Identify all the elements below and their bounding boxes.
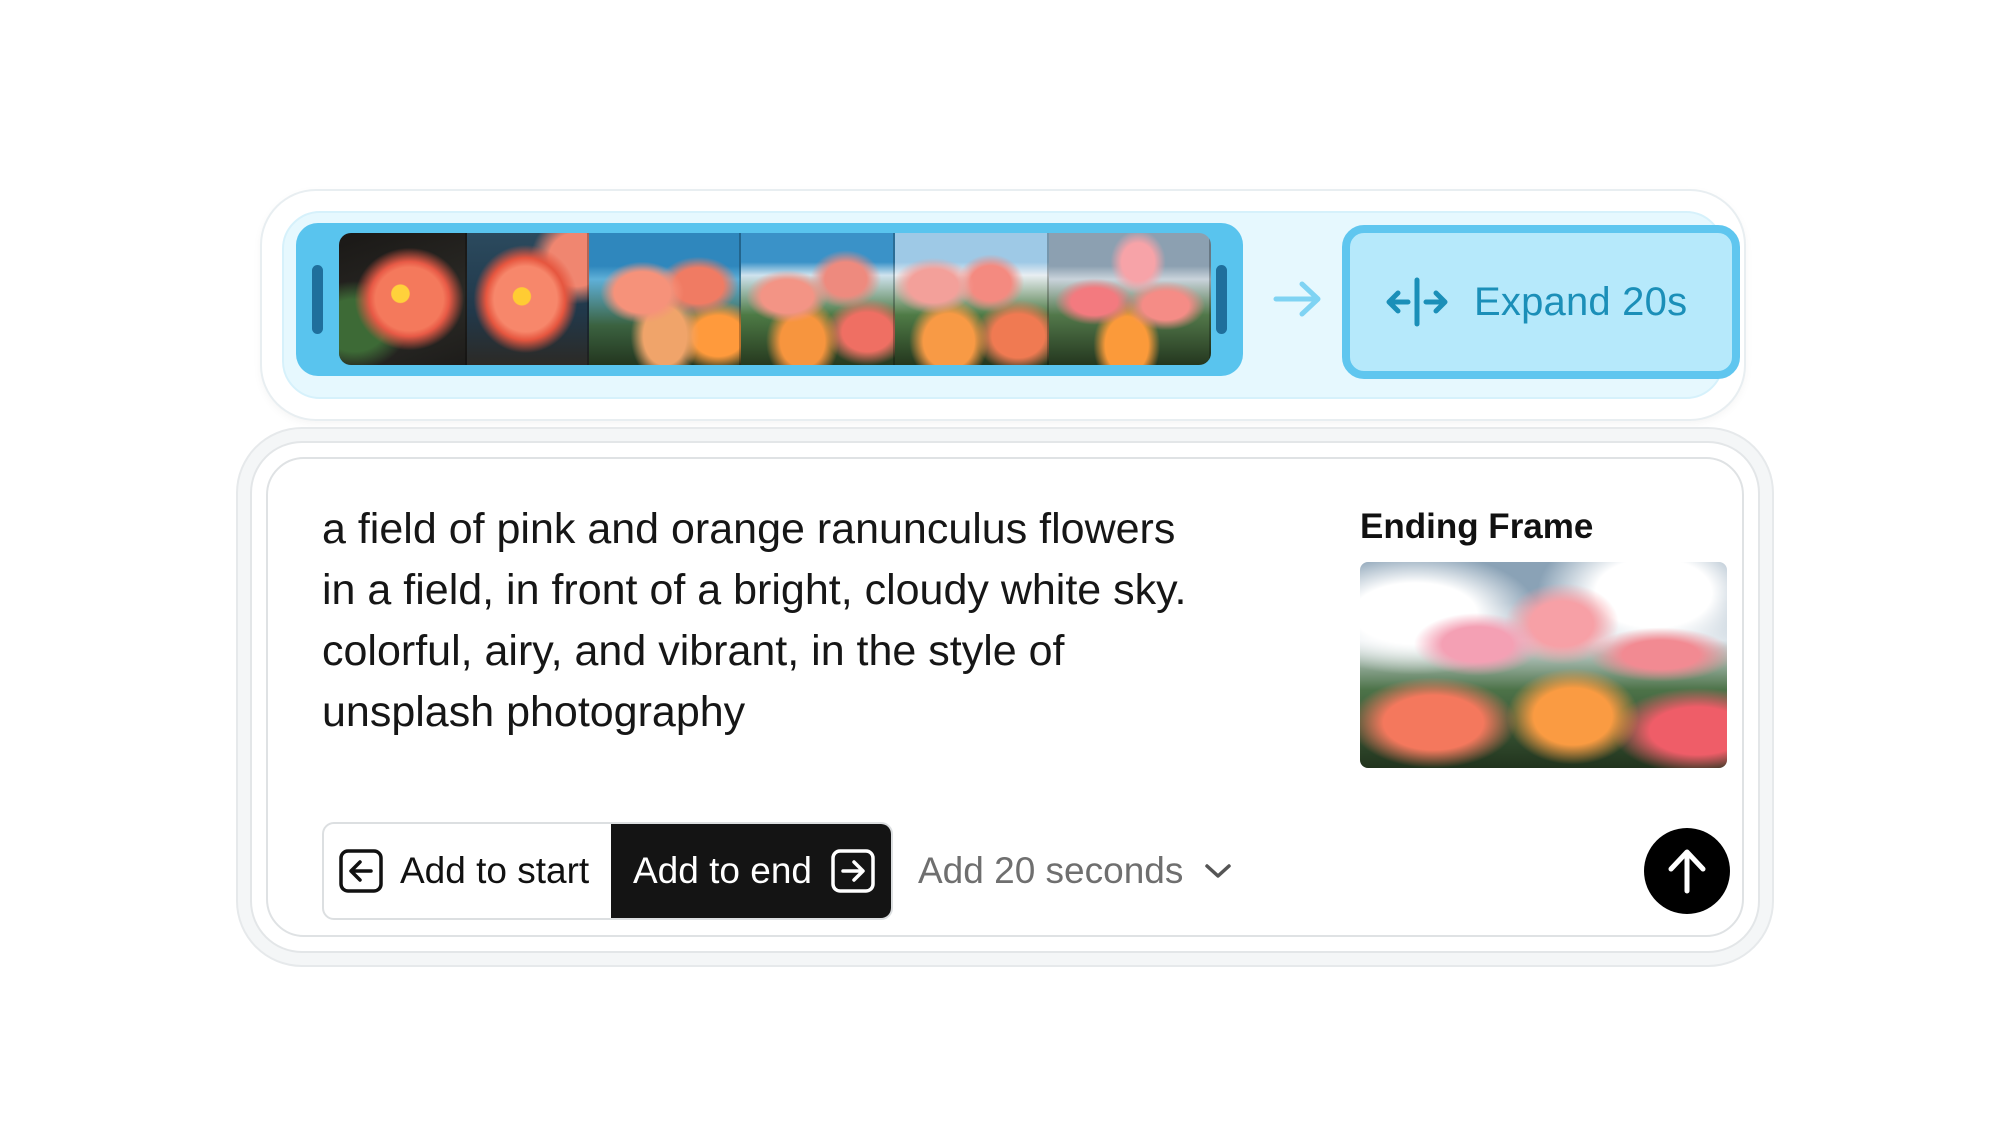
video-frame <box>741 233 895 365</box>
add-to-start-button[interactable]: Add to start <box>324 824 611 918</box>
arrow-right-icon <box>1273 281 1321 317</box>
add-to-start-label: Add to start <box>400 850 590 891</box>
video-frame <box>895 233 1049 365</box>
ending-frame-label: Ending Frame <box>1360 507 1594 546</box>
expand-horizontal-icon <box>1386 277 1448 327</box>
prompt-panel: a field of pink and orange ranunculus fl… <box>266 457 1744 937</box>
arrow-up-icon <box>1668 849 1706 894</box>
duration-select[interactable]: Add 20 seconds <box>918 839 1233 903</box>
ending-frame-thumbnail[interactable] <box>1360 562 1727 768</box>
arrow-right-box-icon <box>831 849 875 893</box>
expand-button-label: Expand 20s <box>1474 279 1688 324</box>
prompt-input[interactable]: a field of pink and orange ranunculus fl… <box>322 499 1322 743</box>
trim-handle-right[interactable] <box>1216 265 1227 334</box>
chevron-down-icon <box>1205 864 1232 878</box>
timeline-panel: Expand 20s <box>282 211 1740 399</box>
add-to-end-label: Add to end <box>633 850 812 891</box>
submit-button[interactable] <box>1644 828 1730 914</box>
video-frame <box>589 233 741 365</box>
add-to-end-button[interactable]: Add to end <box>611 824 891 918</box>
prompt-card: a field of pink and orange ranunculus fl… <box>252 443 1758 951</box>
timeline-card: Expand 20s <box>262 191 1744 419</box>
duration-select-label: Add 20 seconds <box>918 850 1184 891</box>
video-frame <box>467 233 589 365</box>
video-frames <box>339 233 1211 365</box>
video-strip[interactable] <box>296 223 1243 376</box>
expand-button[interactable]: Expand 20s <box>1342 225 1740 379</box>
video-frame <box>1049 233 1211 365</box>
add-position-toggle: Add to start Add to end <box>322 822 893 920</box>
trim-handle-left[interactable] <box>312 265 323 334</box>
arrow-left-box-icon <box>339 849 383 893</box>
video-frame <box>339 233 467 365</box>
